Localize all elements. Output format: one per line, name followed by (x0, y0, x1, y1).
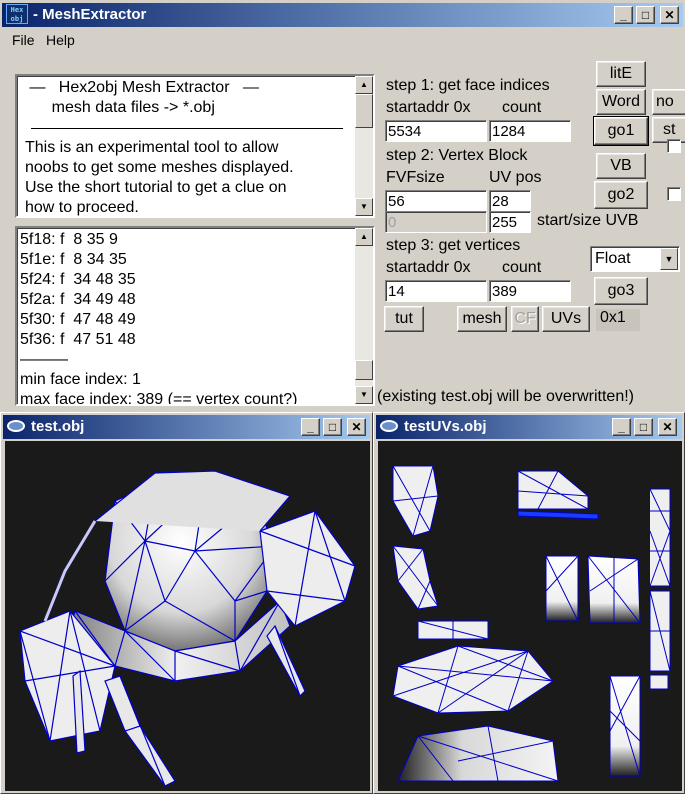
info-line: — Hex2obj Mesh Extractor — (25, 79, 259, 96)
output-line: ——— (20, 351, 68, 368)
output-line: 5f24: f 34 48 35 (20, 271, 136, 288)
mesh-render (19, 470, 356, 787)
maximize-button[interactable]: □ (636, 6, 655, 24)
step1-title: step 1: get face indices (386, 77, 550, 95)
step1-count-input[interactable]: 1284 (489, 120, 571, 142)
output-line: 5f18: f 8 35 9 (20, 231, 118, 248)
uvpos-input[interactable]: 28 (489, 190, 531, 212)
info-line: mesh data files -> *.obj (25, 99, 215, 116)
status-text: (existing test.obj will be overwritten!) (377, 388, 677, 406)
viewer2-titlebar: testUVs.obj _ □ ✕ (376, 415, 682, 439)
type-select[interactable]: Float ▼ (590, 246, 680, 272)
step2-fvf-label: FVFsize (386, 169, 445, 187)
close-button[interactable]: ✕ (347, 418, 366, 436)
minimize-button[interactable]: _ (612, 418, 631, 436)
menu-help[interactable]: Help (46, 32, 75, 48)
info-line: Use the short tutorial to get a clue on (25, 179, 287, 196)
uv-render (392, 465, 671, 782)
info-line: how to proceed. (25, 199, 139, 216)
info-line: This is an experimental tool to allow (25, 139, 279, 156)
cf-button[interactable]: CF (511, 306, 539, 332)
menu-bar: File Help (2, 29, 683, 51)
minimize-button[interactable]: _ (614, 6, 633, 24)
step3-startaddr-label: startaddr 0x (386, 259, 471, 277)
go3-button[interactable]: go3 (594, 277, 648, 305)
window-title: - MeshExtractor (33, 6, 147, 23)
info-scrollbar[interactable]: ▲ ▼ (355, 76, 373, 216)
offset-label: 0x1 (596, 309, 640, 331)
viewer-window-1: test.obj _ □ ✕ (0, 412, 373, 794)
info-line: noobs to get some meshes displayed. (25, 159, 294, 176)
output-line: min face index: 1 (20, 371, 141, 388)
step1-count-label: count (502, 99, 542, 117)
go2-button[interactable]: go2 (594, 181, 648, 209)
viewer1-titlebar: test.obj _ □ ✕ (3, 415, 370, 439)
menu-file[interactable]: File (12, 32, 35, 48)
viewer-icon (7, 420, 25, 432)
step1-startaddr-input[interactable]: 5534 (385, 120, 487, 142)
chevron-down-icon[interactable]: ▼ (660, 248, 678, 270)
uv-viewport[interactable] (378, 441, 682, 791)
info-text-panel[interactable]: — Hex2obj Mesh Extractor — mesh data fil… (15, 74, 375, 218)
lite-button[interactable]: litE (596, 61, 646, 87)
scroll-down-icon[interactable]: ▼ (355, 198, 373, 216)
step2-uvpos-label: UV pos (489, 169, 542, 187)
word-button[interactable]: Word (596, 89, 646, 115)
viewer-icon (380, 420, 398, 432)
scroll-up-icon[interactable]: ▲ (355, 76, 373, 94)
vb-button[interactable]: VB (596, 153, 646, 179)
uvs-button[interactable]: UVs (542, 306, 590, 332)
uvb-size-input[interactable]: 255 (489, 211, 531, 233)
uvb-start-input[interactable]: 0 (385, 211, 487, 233)
scroll-thumb[interactable] (355, 94, 373, 128)
output-line: 5f2a: f 34 49 48 (20, 291, 136, 308)
go1-button[interactable]: go1 (593, 116, 649, 146)
output-line: 5f36: f 47 51 48 (20, 331, 136, 348)
step2-title: step 2: Vertex Block (386, 147, 528, 165)
step3-count-label: count (502, 259, 542, 277)
scroll-thumb[interactable] (355, 360, 373, 380)
output-line: 5f1e: f 8 34 35 (20, 251, 127, 268)
step3-count-input[interactable]: 389 (489, 280, 571, 302)
checkbox-1[interactable] (667, 139, 681, 153)
output-scrollbar[interactable]: ▲ ▼ (355, 228, 373, 404)
close-button[interactable]: ✕ (658, 418, 677, 436)
scroll-down-icon[interactable]: ▼ (355, 386, 373, 404)
minimize-button[interactable]: _ (301, 418, 320, 436)
viewer1-title: test.obj (31, 418, 85, 435)
info-divider (31, 128, 343, 129)
main-titlebar: Hex obj - MeshExtractor _ □ ✕ (2, 3, 683, 27)
viewer-window-2: testUVs.obj _ □ ✕ (373, 412, 685, 794)
tut-button[interactable]: tut (384, 306, 424, 332)
maximize-button[interactable]: □ (634, 418, 653, 436)
mesh-viewport[interactable] (5, 441, 370, 791)
output-text-panel[interactable]: 5f18: f 8 35 9 5f1e: f 8 34 35 5f24: f 34 … (15, 226, 375, 406)
viewer2-title: testUVs.obj (404, 418, 487, 435)
uvb-label: start/size UVB (537, 212, 639, 230)
mesh-button[interactable]: mesh (457, 306, 507, 332)
maximize-button[interactable]: □ (323, 418, 342, 436)
app-icon: Hex obj (6, 4, 28, 24)
step1-startaddr-label: startaddr 0x (386, 99, 471, 117)
partial-button-top[interactable]: no (652, 89, 685, 115)
type-select-value: Float (595, 250, 631, 267)
output-line: max face index: 389 (== vertex count?) (20, 391, 298, 406)
scroll-up-icon[interactable]: ▲ (355, 228, 373, 246)
close-button[interactable]: ✕ (660, 6, 679, 24)
step3-startaddr-input[interactable]: 14 (385, 280, 487, 302)
output-line: 5f30: f 47 48 49 (20, 311, 136, 328)
step3-title: step 3: get vertices (386, 237, 521, 255)
fvfsize-input[interactable]: 56 (385, 190, 487, 212)
checkbox-2[interactable] (667, 187, 681, 201)
